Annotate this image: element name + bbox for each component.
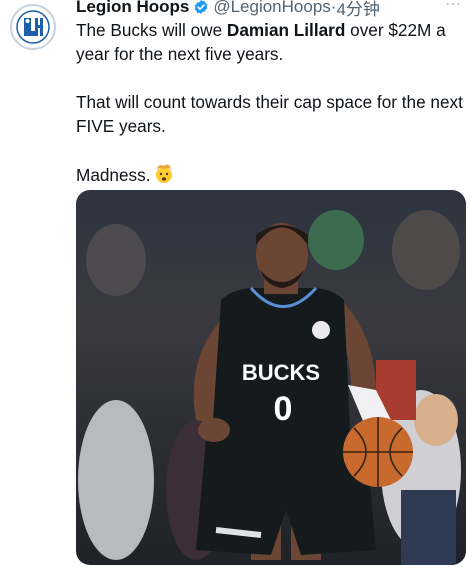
tweet-line-1: The Bucks will owe Damian Lillard over $… bbox=[76, 18, 468, 66]
tweet-line-2: That will count towards their cap space … bbox=[76, 92, 463, 136]
avatar-logo-icon bbox=[16, 10, 50, 44]
mind-blown-emoji-icon bbox=[155, 164, 172, 183]
player-illustration: BUCKS 0 bbox=[78, 210, 461, 565]
tweet-header: Legion Hoops @LegionHoops · 4分钟 bbox=[76, 0, 380, 20]
avatar[interactable] bbox=[10, 4, 56, 50]
tweet-line-3: Madness. bbox=[76, 162, 468, 187]
tweet-photo[interactable]: BUCKS 0 bbox=[76, 190, 466, 565]
author-name[interactable]: Legion Hoops bbox=[76, 0, 189, 17]
mention-bold: Damian Lillard bbox=[226, 20, 346, 40]
author-handle[interactable]: @LegionHoops bbox=[213, 0, 330, 17]
more-icon[interactable]: ⋯ bbox=[445, 0, 462, 14]
jersey-text: BUCKS bbox=[242, 360, 320, 385]
line3-text: Madness. bbox=[76, 165, 151, 185]
line1-prefix: The Bucks will owe bbox=[76, 20, 227, 40]
verified-badge-icon bbox=[194, 0, 208, 14]
jersey-number: 0 bbox=[274, 390, 293, 428]
tweet-text: The Bucks will owe Damian Lillard over $… bbox=[76, 18, 468, 187]
timestamp[interactable]: 4分钟 bbox=[336, 0, 379, 20]
